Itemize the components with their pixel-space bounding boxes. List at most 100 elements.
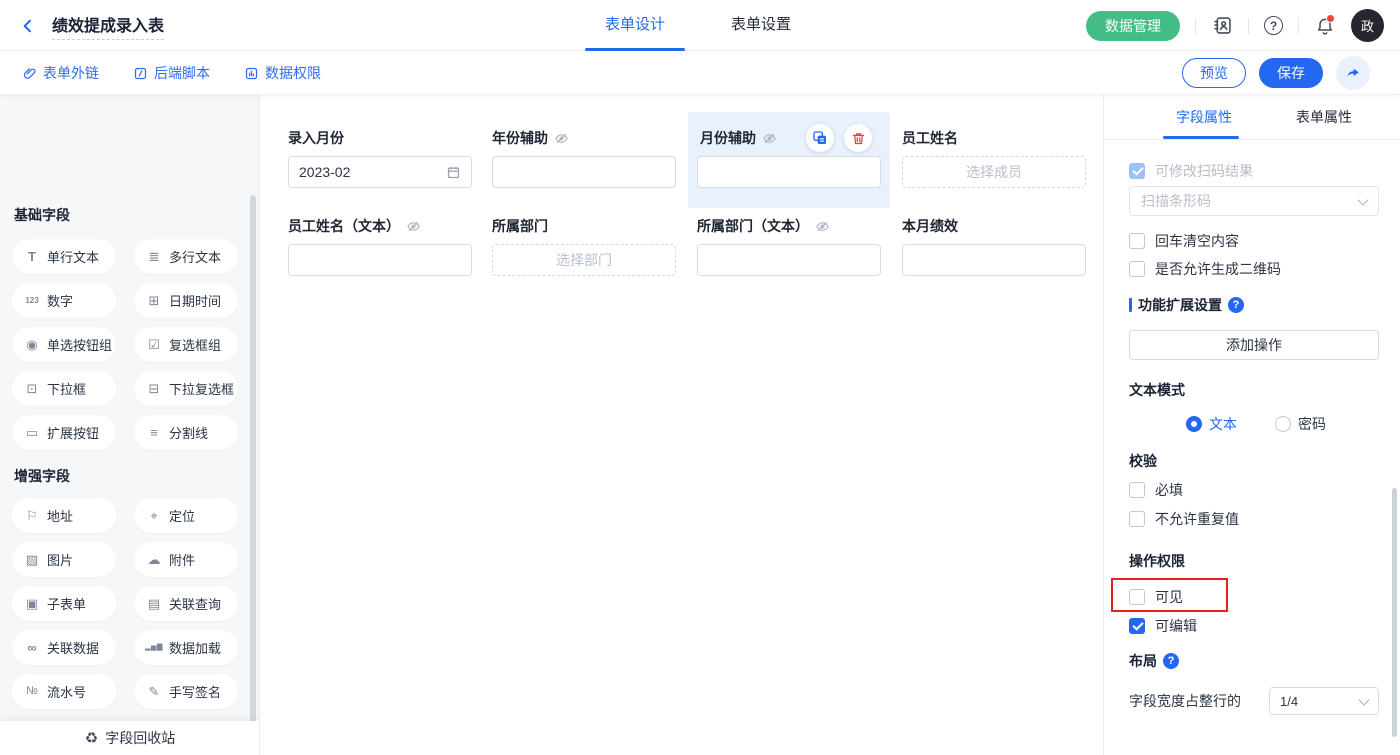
pill-label: 单选按钮组: [47, 335, 112, 354]
script-icon: [133, 66, 148, 81]
help-question-icon[interactable]: [1163, 653, 1179, 669]
text-mode-radio-password[interactable]: [1275, 416, 1291, 432]
form-external-link-label: 表单外链: [43, 63, 99, 83]
field-pill-number[interactable]: 数字: [12, 283, 116, 318]
text-mode-radio-text[interactable]: [1186, 416, 1202, 432]
eye-off-icon: [406, 219, 421, 234]
entry-month-input[interactable]: 2023-02: [288, 156, 472, 188]
field-pill-checkbox-group[interactable]: 复选框组: [134, 327, 238, 362]
clear-on-enter-checkbox[interactable]: [1129, 233, 1145, 249]
month-performance-input[interactable]: [902, 244, 1086, 276]
field-pill-multi-line-text[interactable]: 多行文本: [134, 239, 238, 274]
backend-script-link[interactable]: 后端脚本: [133, 63, 210, 83]
pill-label: 多行文本: [169, 247, 221, 266]
backend-script-label: 后端脚本: [154, 63, 210, 83]
pill-label: 附件: [169, 550, 195, 569]
panel-scrollbar[interactable]: [1392, 488, 1397, 737]
button-icon: [24, 426, 40, 439]
field-pill-multi-dropdown[interactable]: 下拉复选框: [134, 371, 238, 406]
form-external-link[interactable]: 表单外链: [22, 63, 99, 83]
field-recycle-bin[interactable]: 字段回收站: [0, 721, 260, 755]
sidebar-scrollbar[interactable]: [250, 195, 256, 755]
extension-settings-title: 功能扩展设置: [1138, 297, 1244, 313]
scan-result-editable-row: 可修改扫码结果: [1129, 162, 1253, 179]
field-pill-serial-number[interactable]: 流水号: [12, 674, 116, 709]
pill-label: 关联数据: [47, 638, 99, 657]
field-pill-divider-line[interactable]: 分割线: [134, 415, 238, 450]
year-helper-input[interactable]: [492, 156, 676, 188]
layout-title: 布局: [1129, 653, 1179, 669]
save-button[interactable]: 保存: [1259, 58, 1323, 88]
data-manage-button[interactable]: 数据管理: [1086, 11, 1180, 41]
preview-button[interactable]: 预览: [1182, 58, 1246, 88]
single-line-text-icon: [24, 250, 40, 263]
divider: [1195, 18, 1196, 34]
header-tabs: 表单设计 表单设置: [585, 0, 811, 51]
required-checkbox[interactable]: [1129, 482, 1145, 498]
field-pill-relation-query[interactable]: 关联查询: [134, 586, 238, 621]
editable-checkbox[interactable]: [1129, 618, 1145, 634]
permission-icon: [244, 66, 259, 81]
tab-form-properties[interactable]: 表单属性: [1279, 95, 1369, 139]
field-pill-dropdown[interactable]: 下拉框: [12, 371, 116, 406]
visible-checkbox[interactable]: [1129, 589, 1145, 605]
field-label-entry-month: 录入月份: [288, 130, 344, 146]
field-pill-signature[interactable]: 手写签名: [134, 674, 238, 709]
no-duplicate-checkbox[interactable]: [1129, 511, 1145, 527]
tab-form-settings[interactable]: 表单设置: [711, 0, 811, 51]
field-pill-location[interactable]: 定位: [134, 498, 238, 533]
tab-form-design[interactable]: 表单设计: [585, 0, 685, 51]
department-text-input[interactable]: [697, 244, 881, 276]
field-label-month-helper: 月份辅助: [700, 130, 777, 146]
pill-label: 下拉框: [47, 379, 86, 398]
delete-field-button[interactable]: [844, 124, 872, 152]
notification-bell-icon[interactable]: [1314, 15, 1336, 37]
tab-field-properties[interactable]: 字段属性: [1159, 95, 1249, 139]
data-permission-link[interactable]: 数据权限: [244, 63, 321, 83]
field-width-value: 1/4: [1280, 694, 1298, 709]
panel-tabs: 字段属性 表单属性: [1104, 95, 1400, 140]
header: 绩效提成录入表 表单设计 表单设置 数据管理 政: [0, 0, 1400, 51]
form-designer-app: 绩效提成录入表 表单设计 表单设置 数据管理 政: [0, 0, 1400, 755]
field-pill-relation-data[interactable]: 关联数据: [12, 630, 116, 665]
clear-on-enter-label: 回车清空内容: [1155, 231, 1239, 251]
month-helper-input[interactable]: [697, 156, 881, 188]
copy-field-button[interactable]: [806, 124, 834, 152]
field-pill-data-load[interactable]: 数据加载: [134, 630, 238, 665]
allow-qrcode-checkbox[interactable]: [1129, 261, 1145, 277]
text-mode-title: 文本模式: [1129, 382, 1185, 398]
recycle-label: 字段回收站: [105, 728, 175, 748]
dropdown-icon: [24, 382, 40, 395]
back-icon[interactable]: [20, 16, 40, 36]
contact-book-icon[interactable]: [1211, 15, 1233, 37]
help-icon[interactable]: [1264, 16, 1283, 35]
share-button[interactable]: [1336, 56, 1370, 90]
address-pin-icon: [24, 509, 40, 522]
field-pill-radio-group[interactable]: 单选按钮组: [12, 327, 116, 362]
field-pill-single-line-text[interactable]: 单行文本: [12, 239, 116, 274]
employee-name-text-input[interactable]: [288, 244, 472, 276]
field-pill-extend-button[interactable]: 扩展按钮: [12, 415, 116, 450]
multi-line-text-icon: [146, 250, 162, 263]
field-pill-datetime[interactable]: 日期时间: [134, 283, 238, 318]
form-title[interactable]: 绩效提成录入表: [52, 12, 164, 40]
user-avatar[interactable]: 政: [1351, 9, 1384, 42]
add-action-button[interactable]: 添加操作: [1129, 330, 1379, 360]
employee-name-picker[interactable]: 选择成员: [902, 156, 1086, 188]
recycle-icon: [85, 729, 98, 747]
field-pill-image[interactable]: 图片: [12, 542, 116, 577]
field-pill-address[interactable]: 地址: [12, 498, 116, 533]
field-pill-attachment[interactable]: 附件: [134, 542, 238, 577]
field-pill-subform[interactable]: 子表单: [12, 586, 116, 621]
picker-placeholder: 选择部门: [556, 250, 612, 270]
field-label-month-performance: 本月绩效: [902, 218, 958, 234]
text-mode-radio-group: 文本 密码: [1186, 415, 1326, 432]
form-canvas[interactable]: [261, 95, 1103, 755]
department-picker[interactable]: 选择部门: [492, 244, 676, 276]
pill-label: 日期时间: [169, 291, 221, 310]
help-question-icon[interactable]: [1228, 297, 1244, 313]
field-width-row: 字段宽度占整行的 1/4: [1129, 687, 1379, 715]
field-width-select[interactable]: 1/4: [1269, 687, 1379, 715]
pill-label: 地址: [47, 506, 73, 525]
validation-title: 校验: [1129, 453, 1157, 469]
